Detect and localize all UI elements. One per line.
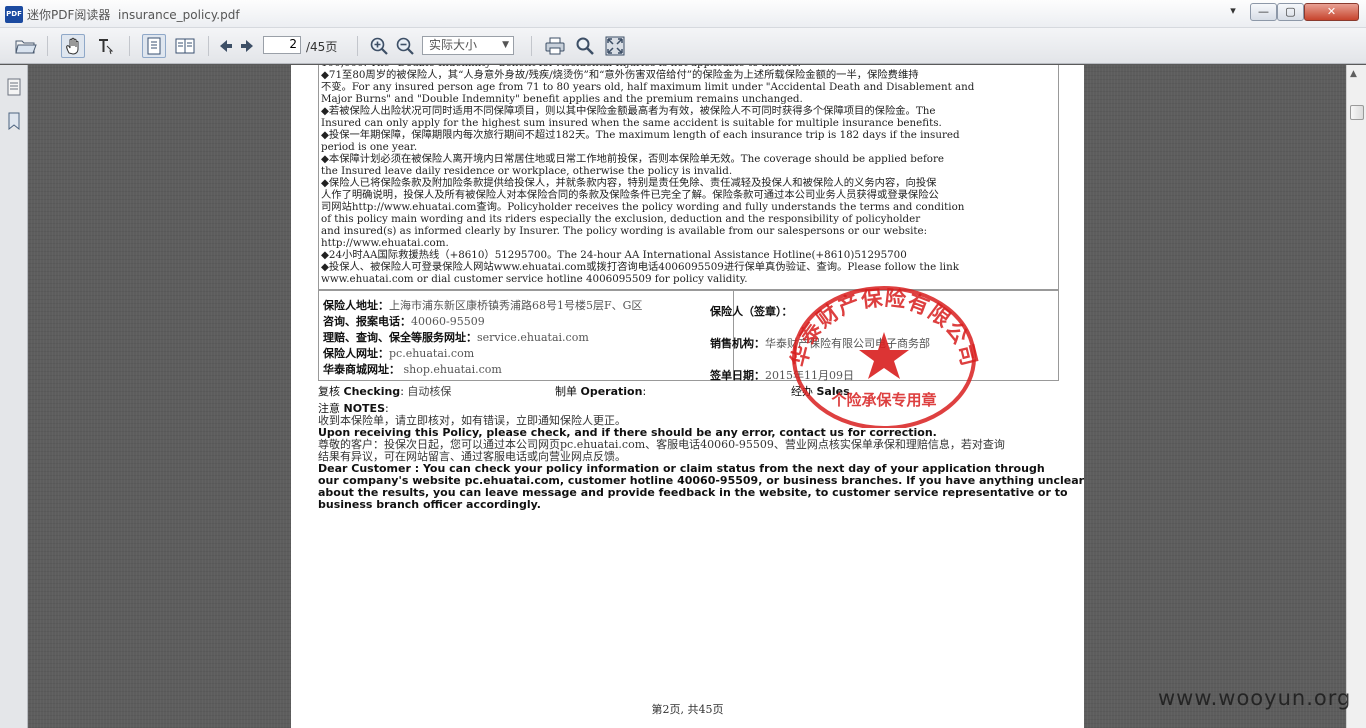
hand-tool-icon[interactable] — [61, 34, 85, 58]
page-number-input[interactable]: 2 — [263, 36, 301, 54]
info-label: 签单日期： — [710, 369, 765, 382]
clause-line: and insured(s) as informed clearly by In… — [321, 225, 928, 237]
toolbar: 2 /45页 实际大小 ▼ — [0, 28, 1366, 64]
app-icon: PDF — [5, 6, 23, 23]
close-button[interactable]: ✕ — [1304, 3, 1359, 21]
info-value: service.ehuatai.com — [477, 331, 589, 344]
two-page-icon[interactable] — [173, 34, 197, 58]
info-label: 华泰商城网址： — [323, 363, 400, 376]
stamp-bottom-text: 个险承保专用章 — [830, 391, 936, 409]
clause-line: 司网站http://www.ehuatai.com查询。Policyholder… — [321, 201, 965, 213]
pdf-page: 100,000. The "Double Indemnity" benefit … — [291, 65, 1084, 728]
company-seal-stamp: 华泰财产保险有限公司 个险承保专用章 — [789, 285, 979, 428]
info-row: 保险人（签章）： — [710, 303, 793, 319]
info-value: 40060-95509 — [411, 315, 485, 328]
minimize-button[interactable]: — — [1250, 3, 1277, 21]
find-icon[interactable] — [573, 34, 597, 58]
window-menu-button[interactable]: ▾ — [1222, 3, 1244, 21]
single-page-icon[interactable] — [142, 34, 166, 58]
clauses-text: 100,000. The "Double Indemnity" benefit … — [321, 65, 1061, 285]
zoom-select-value: 实际大小 — [429, 38, 478, 52]
clause-line: of this policy main wording and its ride… — [321, 213, 921, 225]
clause-line: ◆投保一年期保障，保障期限内每次旅行期间不超过182天。The maximum … — [321, 129, 960, 141]
clause-line: Insured can only apply for the highest s… — [321, 117, 942, 129]
open-folder-icon[interactable] — [14, 34, 38, 58]
info-label: 保险人地址： — [323, 299, 389, 312]
page-footer: 第2页, 共45页 — [651, 703, 724, 716]
star-icon — [859, 332, 909, 379]
zoom-select[interactable]: 实际大小 ▼ — [422, 36, 514, 55]
info-row: 咨询、报案电话：40060-95509 — [323, 313, 485, 329]
toolbar-separator — [531, 36, 532, 56]
clause-line: ◆71至80周岁的被保险人，其“人身意外身故/残疾/烧烫伤”和“意外伤害双倍给付… — [321, 69, 919, 81]
operation-row: 制单 Operation: — [555, 385, 647, 398]
bookmark-icon[interactable] — [7, 112, 21, 134]
info-row: 理赔、查询、保全等服务网址：service.ehuatai.com — [323, 329, 589, 345]
clause-line: ◆本保障计划必须在被保险人离开境内日常居住地或日常工作地前投保，否则本保险单无效… — [321, 153, 944, 165]
side-panel — [0, 65, 28, 728]
clause-line: ◆保险人已将保险条款及附加险条款提供给投保人，并就条款内容，特别是责任免除、责任… — [321, 177, 937, 189]
clause-line: ◆24小时AA国际救援热线（+8610）51295700。The 24-hour… — [321, 249, 907, 261]
watermark: www.wooyun.org — [1158, 686, 1352, 710]
next-page-icon[interactable] — [235, 34, 259, 58]
notes-line: business branch officer accordingly. — [318, 498, 541, 511]
zoom-in-icon[interactable] — [367, 34, 391, 58]
chevron-down-icon: ▼ — [502, 40, 509, 50]
fullscreen-icon[interactable] — [603, 34, 627, 58]
checking-row: 复核 Checking: 自动核保 — [318, 385, 452, 398]
info-value: shop.ehuatai.com — [400, 363, 502, 376]
clause-line: the Insured leave daily residence or wor… — [321, 165, 733, 177]
info-label: 销售机构： — [710, 337, 765, 350]
toolbar-separator — [129, 36, 130, 56]
document-viewer[interactable]: 100,000. The "Double Indemnity" benefit … — [28, 65, 1346, 728]
print-icon[interactable] — [543, 34, 567, 58]
scrollbar-thumb[interactable] — [1350, 105, 1364, 120]
zoom-out-icon[interactable] — [393, 34, 417, 58]
info-row: 保险人地址：上海市浦东新区康桥镇秀浦路68号1号楼5层F、G区 — [323, 297, 642, 313]
window-title: 迷你PDF阅读器 insurance_policy.pdf — [27, 8, 240, 22]
clause-line: ◆投保人、被保险人可登录保险人网站www.ehuatai.com或拨打咨询电话4… — [321, 261, 959, 273]
select-text-icon[interactable] — [93, 34, 117, 58]
info-label: 理赔、查询、保全等服务网址： — [323, 331, 477, 344]
clause-line: ◆若被保险人出险状况可同时适用不同保障项目，则以其中保险金额最高者为有效，被保险… — [321, 105, 936, 117]
toolbar-separator — [357, 36, 358, 56]
page-total-label: /45页 — [306, 40, 338, 54]
info-label: 咨询、报案电话： — [323, 315, 411, 328]
clause-line: Major Burns" and "Double Indemnity" bene… — [321, 93, 803, 105]
info-row: 华泰商城网址： shop.ehuatai.com — [323, 361, 502, 377]
title-bar: PDF 迷你PDF阅读器 insurance_policy.pdf ▾ — ▢ … — [0, 0, 1366, 28]
page-thumbnails-icon[interactable] — [6, 78, 22, 100]
clause-line: http://www.ehuatai.com. — [321, 237, 449, 249]
maximize-button[interactable]: ▢ — [1277, 3, 1304, 21]
clause-line: 不变。For any insured person age from 71 to… — [321, 81, 975, 93]
scroll-up-icon[interactable]: ▲ — [1350, 69, 1357, 79]
info-label: 保险人（签章）： — [710, 305, 793, 318]
info-value: 上海市浦东新区康桥镇秀浦路68号1号楼5层F、G区 — [389, 299, 643, 312]
info-label: 保险人网址： — [323, 347, 389, 360]
clause-line: 人作了明确说明，投保人及所有被保险人对本保险合同的条款及保险条件已完全了解。保险… — [321, 189, 939, 201]
toolbar-separator — [47, 36, 48, 56]
toolbar-separator — [208, 36, 209, 56]
info-row: 保险人网址：pc.ehuatai.com — [323, 345, 474, 361]
info-value: pc.ehuatai.com — [389, 347, 475, 360]
clause-line: period is one year. — [321, 141, 418, 153]
vertical-scrollbar[interactable]: ▲ — [1346, 65, 1366, 728]
